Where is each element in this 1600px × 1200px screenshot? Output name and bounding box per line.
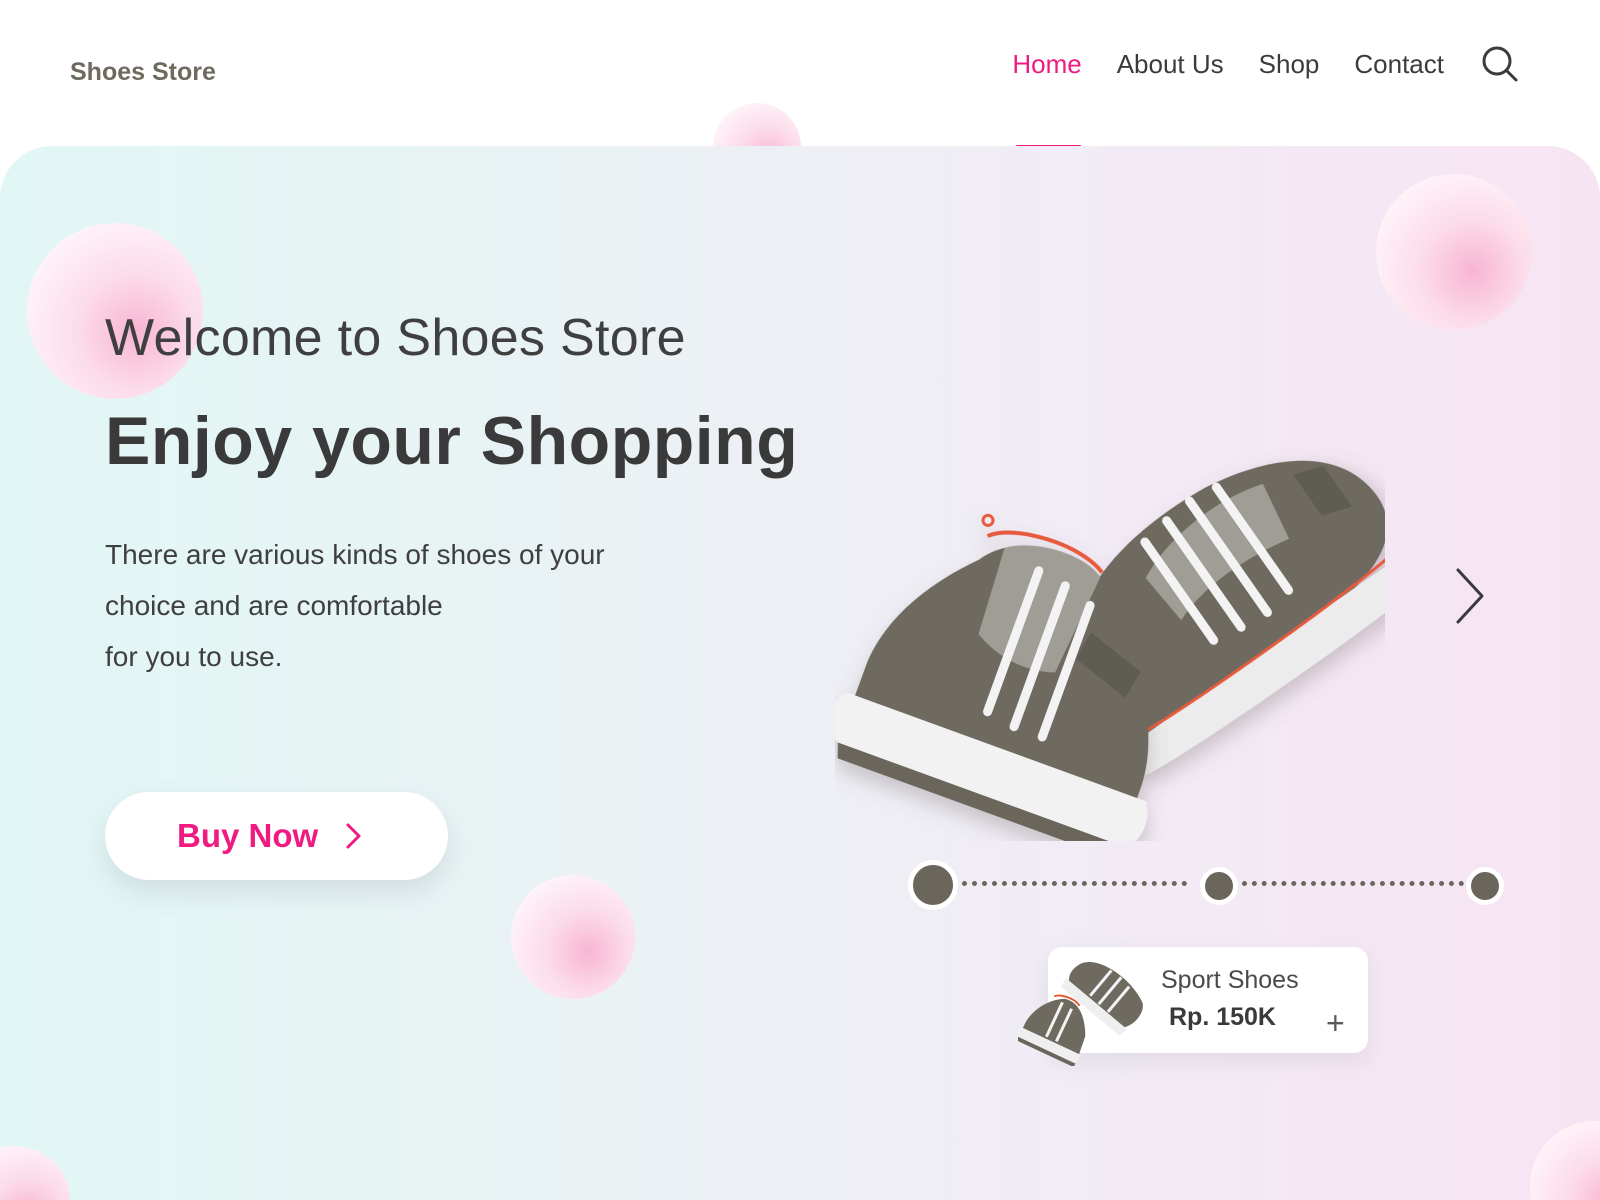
slider-connector xyxy=(962,881,1187,886)
description-line: choice and are comfortable xyxy=(105,590,443,621)
sneakers-image xyxy=(835,460,1385,841)
welcome-text: Welcome to Shoes Store xyxy=(105,309,686,367)
site-header: Shoes Store Home About Us Shop Contact xyxy=(0,0,1600,150)
nav-home[interactable]: Home xyxy=(1012,49,1083,150)
main-nav: Home About Us Shop Contact xyxy=(977,44,1520,150)
hero-section: Welcome to Shoes Store Enjoy your Shoppi… xyxy=(0,146,1600,1200)
decor-bubble xyxy=(1530,1121,1600,1200)
slider-dot-1[interactable] xyxy=(908,860,958,910)
slider-dot-2[interactable] xyxy=(1200,867,1238,905)
add-to-cart-plus-icon[interactable]: + xyxy=(1326,1007,1345,1039)
nav-contact[interactable]: Contact xyxy=(1354,49,1444,80)
product-name: Sport Shoes xyxy=(1161,966,1299,994)
hero-headline: Enjoy your Shopping xyxy=(105,403,799,479)
chevron-right-icon xyxy=(346,823,361,849)
buy-now-button[interactable]: Buy Now xyxy=(105,792,448,880)
description-line: There are various kinds of shoes of your xyxy=(105,539,605,570)
product-price: Rp. 150K xyxy=(1169,1003,1276,1031)
next-slide-chevron-right-icon[interactable] xyxy=(1450,566,1490,626)
nav-shop[interactable]: Shop xyxy=(1259,49,1320,80)
description-line: for you to use. xyxy=(105,641,283,672)
product-thumbnail xyxy=(1018,962,1143,1066)
nav-about-us[interactable]: About Us xyxy=(1117,49,1224,80)
decor-bubble xyxy=(0,1146,70,1200)
search-icon[interactable] xyxy=(1480,44,1520,84)
slider-dot-3[interactable] xyxy=(1466,867,1504,905)
slider-connector xyxy=(1242,881,1464,886)
brand-logo[interactable]: Shoes Store xyxy=(70,58,216,87)
decor-bubble xyxy=(511,875,635,999)
hero-slider xyxy=(900,852,1520,912)
hero-description: There are various kinds of shoes of your… xyxy=(105,529,785,682)
buy-now-label: Buy Now xyxy=(177,817,319,854)
decor-bubble xyxy=(1376,174,1532,330)
